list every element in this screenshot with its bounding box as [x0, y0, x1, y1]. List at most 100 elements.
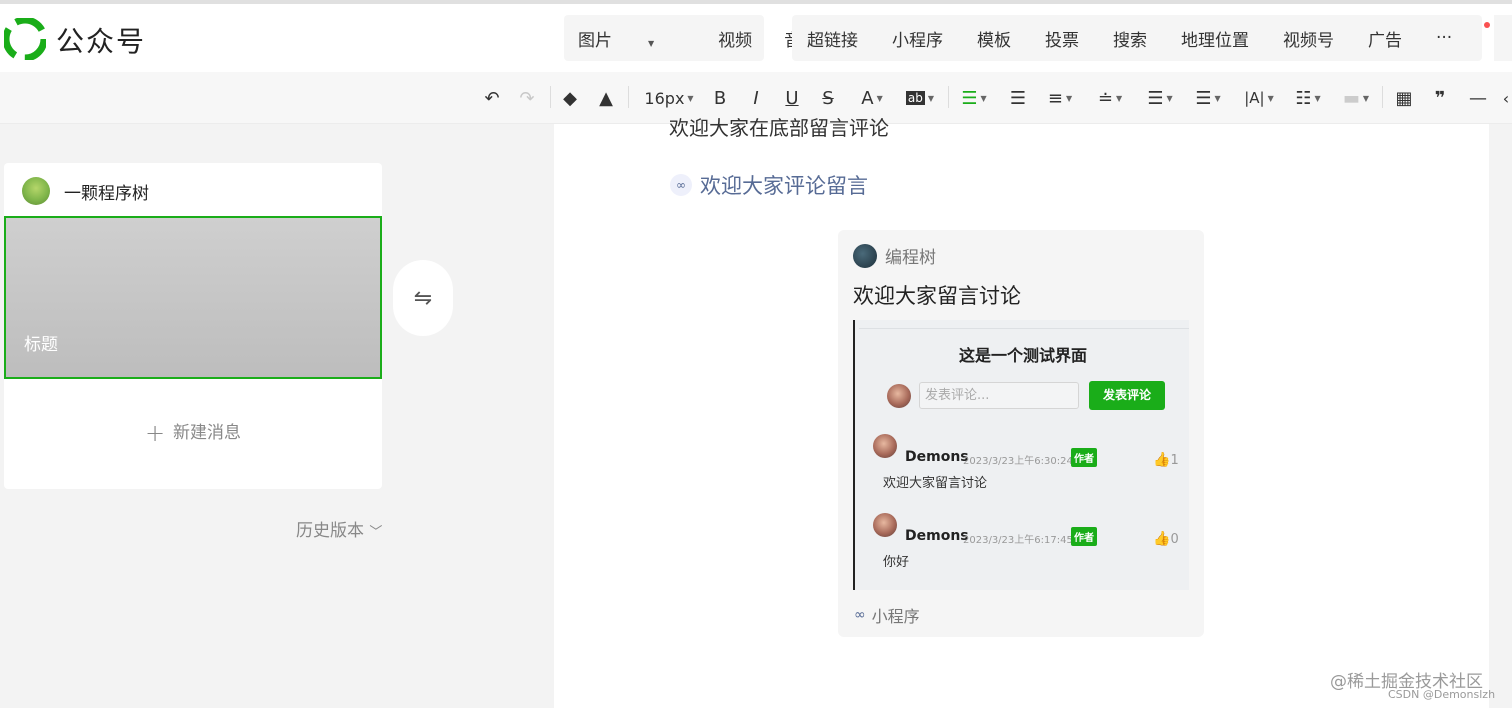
like-count: 👍0 [1153, 531, 1179, 547]
toolbar-divider [1382, 86, 1383, 108]
insert-location-button[interactable]: 地理位置 [1181, 26, 1249, 51]
more-label: ··· [1436, 28, 1453, 48]
media-insert-group: 图片▼ 视频 音频 [564, 15, 818, 61]
insert-search-button[interactable]: 搜索 [1113, 26, 1147, 51]
quote-icon[interactable]: ❞ [1428, 86, 1452, 110]
thumbs-up-icon: 👍 [1153, 531, 1171, 547]
history-label: 历史版本 [296, 521, 364, 541]
background-color-button[interactable]: ab ▼ [900, 86, 940, 110]
italic-button[interactable]: I [744, 86, 768, 110]
caret-down-icon: ▼ [1267, 93, 1274, 103]
miniprogram-avatar [853, 243, 877, 268]
more-button[interactable]: ··· [1436, 22, 1491, 48]
insert-miniprogram-button[interactable]: 小程序 [892, 26, 943, 51]
line-height-icon[interactable]: ☰ ▼ [1142, 86, 1178, 110]
miniprogram-icon: ∞ [854, 607, 866, 623]
align-left-icon[interactable]: ☰ ▼ [956, 86, 992, 110]
bold-button[interactable]: B [708, 86, 732, 110]
comment-author: Demons [905, 528, 969, 544]
caret-down-icon: ▼ [876, 93, 883, 103]
insert-ad-button[interactable]: 广告 [1368, 26, 1402, 51]
comment-text: 欢迎大家留言讨论 [883, 476, 988, 491]
article-cover-selected[interactable]: 标题 [4, 216, 382, 379]
caret-down-icon: ▼ [1314, 93, 1321, 103]
avatar [873, 513, 897, 537]
strikethrough-button[interactable]: S [816, 86, 840, 110]
vertical-align-icon[interactable]: ≐ ▼ [1092, 86, 1128, 110]
font-color-label: A [861, 87, 874, 109]
miniprogram-footer: ∞ 小程序 [854, 603, 920, 627]
preview-page-title: 这是一个测试界面 [958, 346, 1087, 365]
miniprogram-preview-image: 这是一个测试界面 发表评论... 发表评论 Demons 2023/3/23上午… [853, 320, 1189, 590]
article-list-card: 一颗程序树 标题 + 新建消息 [4, 163, 382, 489]
comment-date: 2023/3/23上午6:30:24 [963, 456, 1073, 467]
avatar [887, 383, 911, 408]
chevron-down-icon: ﹀ [369, 525, 383, 540]
align-center-icon[interactable]: ≡ ▼ [1042, 86, 1078, 110]
watermark-csdn: CSDN @Demonslzh [1388, 688, 1496, 701]
miniprogram-title: 欢迎大家留言讨论 [853, 284, 1021, 308]
history-version-button[interactable]: 历史版本 ﹀ [296, 516, 382, 541]
caret-down-icon: ▼ [1362, 93, 1370, 103]
miniprogram-source-name: 编程树 [885, 248, 936, 268]
insert-hyperlink-button[interactable]: 超链接 [807, 26, 858, 51]
toolbar-divider [948, 86, 949, 108]
list-icon[interactable]: ☷ ▼ [1290, 86, 1326, 110]
comment-date: 2023/3/23上午6:17:45 [963, 535, 1073, 546]
partially-visible-text: 欢迎大家在底部留言评论 [669, 116, 889, 140]
account-info: 一颗程序树 [22, 177, 149, 205]
divider-line-icon[interactable]: — [1465, 86, 1491, 110]
avatar [873, 434, 897, 458]
insert-image-label: 图片 [578, 30, 612, 51]
link-paragraph[interactable]: ∞ 欢迎大家评论留言 [670, 170, 868, 200]
disabled-format-icon[interactable]: ▬ ▼ [1338, 86, 1374, 110]
toolbar-divider [550, 86, 551, 108]
editor-content-area[interactable]: 欢迎大家在底部留言评论 ∞ 欢迎大家评论留言 编程树 欢迎大家留言讨论 这是一个… [554, 116, 1489, 708]
toolbar-divider [628, 86, 629, 108]
caret-down-icon: ▼ [687, 93, 694, 103]
caret-down-icon: ▼ [1065, 93, 1073, 103]
preview-comment-input: 发表评论... [919, 382, 1079, 409]
content-insert-group: 超链接 小程序 模板 投票 搜索 地理位置 视频号 广告 ··· [792, 15, 1491, 61]
link-text[interactable]: 欢迎大家评论留言 [700, 170, 868, 200]
clear-format-icon[interactable]: ◆ [558, 86, 582, 110]
new-message-label: 新建消息 [173, 423, 242, 443]
insert-channels-button[interactable]: 视频号 [1283, 26, 1334, 51]
caret-down-icon: ▼ [1214, 93, 1221, 103]
like-number: 0 [1170, 532, 1179, 547]
insert-image-button[interactable]: 图片 ▼ [578, 26, 686, 51]
header-edge-block [1494, 15, 1512, 61]
list-item: Demons 2023/3/23上午6:30:24 作者 👍1 欢迎大家留言讨论 [873, 434, 1183, 494]
table-icon[interactable]: ▦ [1392, 86, 1416, 110]
format-painter-icon[interactable]: ▲ [594, 86, 618, 110]
notification-dot-icon [1484, 22, 1491, 28]
insert-template-button[interactable]: 模板 [977, 26, 1011, 51]
swap-icon[interactable]: ⇋ [393, 260, 453, 336]
new-message-button[interactable]: + 新建消息 [4, 418, 382, 447]
font-size-select[interactable]: 16px ▼ [640, 86, 698, 110]
insert-vote-button[interactable]: 投票 [1045, 26, 1079, 51]
author-badge: 作者 [1071, 448, 1097, 467]
header: 公众号 图片▼ 视频 音频 超链接 小程序 模板 投票 搜索 地理位置 视频号 … [0, 4, 1512, 72]
indent-icon[interactable]: ☰ [1006, 86, 1030, 110]
like-number: 1 [1170, 453, 1179, 468]
letter-spacing-button[interactable]: |A| ▼ [1240, 86, 1278, 110]
font-color-button[interactable]: A ▼ [854, 86, 890, 110]
preview-comment-form: 发表评论... 发表评论 [887, 381, 1165, 410]
miniprogram-card[interactable]: 编程树 欢迎大家留言讨论 这是一个测试界面 发表评论... 发表评论 Demon… [838, 230, 1204, 637]
list-item: Demons 2023/3/23上午6:17:45 作者 👍0 你好 [873, 513, 1183, 573]
preview-submit-button: 发表评论 [1089, 381, 1165, 410]
thumbs-up-icon: 👍 [1153, 452, 1171, 468]
caret-down-icon: ▼ [980, 93, 987, 103]
underline-button[interactable]: U [780, 86, 804, 110]
insert-video-button[interactable]: 视频 [718, 26, 752, 51]
brand-title: 公众号 [56, 25, 147, 58]
like-count: 👍1 [1153, 452, 1179, 468]
caret-down-icon: ▼ [648, 38, 655, 48]
redo-icon[interactable]: ↷ [515, 86, 539, 110]
paragraph-spacing-icon[interactable]: ☰ ▼ [1190, 86, 1226, 110]
undo-icon[interactable]: ↶ [480, 86, 504, 110]
cover-title: 标题 [24, 335, 58, 355]
comment-author: Demons [905, 449, 969, 465]
code-icon[interactable]: ‹ [1500, 86, 1512, 110]
